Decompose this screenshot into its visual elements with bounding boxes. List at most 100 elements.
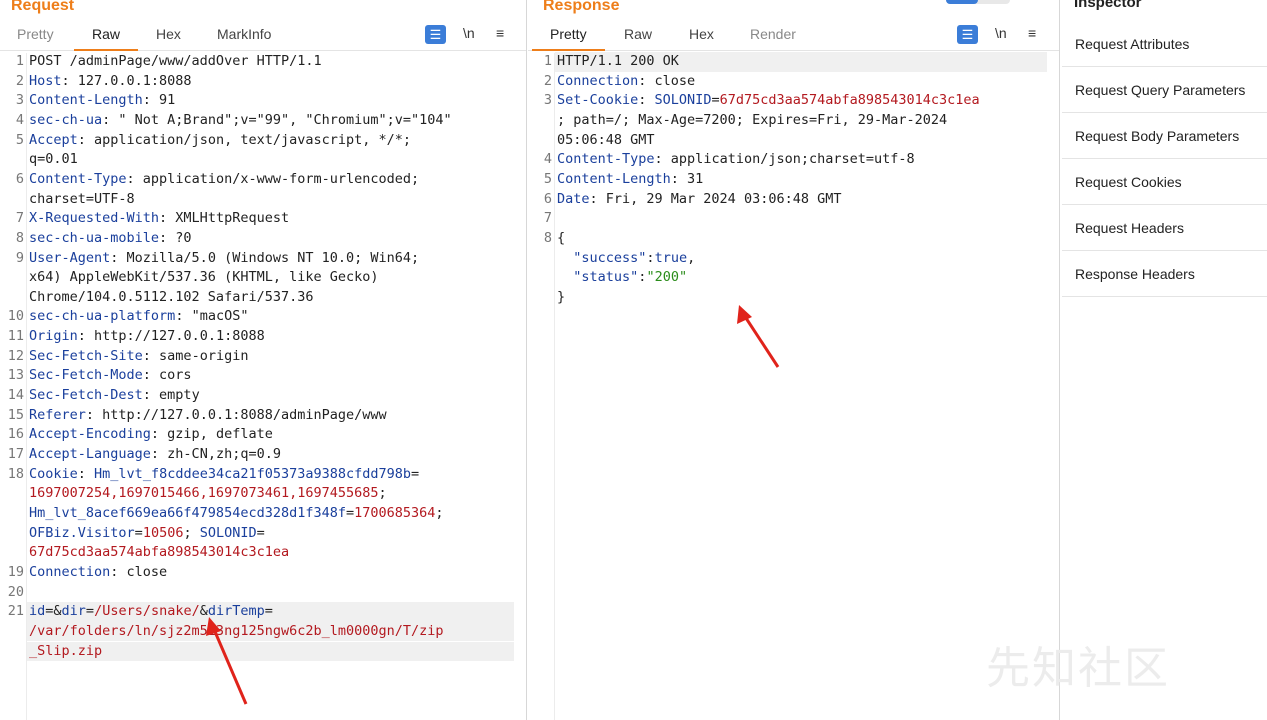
request-tab-pretty[interactable]: Pretty — [15, 26, 56, 42]
code-text: : application/json;charset=utf-8 — [654, 151, 915, 168]
line-number: 16 — [7, 426, 24, 443]
response-tab-hex[interactable]: Hex — [687, 26, 716, 42]
code-line: Origin: http://127.0.0.1:8088 — [29, 328, 265, 344]
code-key: Connection — [29, 563, 111, 580]
request-tab-hex[interactable]: Hex — [154, 26, 183, 42]
response-tab-raw[interactable]: Raw — [622, 26, 654, 42]
inspector-request-cookies[interactable]: Request Cookies — [1062, 159, 1267, 205]
code-text: 05:06:48 GMT — [557, 131, 655, 148]
code-value: 1700685364 — [354, 504, 436, 521]
code-value: _Slip.zip — [29, 642, 103, 659]
code-line: Accept-Encoding: gzip, deflate — [29, 426, 273, 442]
response-tab-render[interactable]: Render — [748, 26, 798, 42]
code-line: Connection: close — [29, 564, 167, 580]
code-key: Date — [557, 190, 590, 207]
line-number: 19 — [7, 563, 24, 580]
code-text: : gzip, deflate — [150, 426, 273, 443]
code-key: "success" — [573, 249, 647, 266]
code-text: : empty — [142, 387, 200, 404]
code-text: : " Not A;Brand";v="99", "Chromium";v="1… — [102, 111, 452, 128]
line-number: 2 — [543, 72, 552, 89]
code-key: Accept-Language — [29, 446, 151, 462]
code-line: Host: 127.0.0.1:8088 — [29, 73, 192, 89]
line-number: 17 — [7, 446, 24, 462]
line-number: 5 — [543, 170, 552, 187]
layout-toggle[interactable] — [946, 0, 1010, 4]
code-value: 10506 — [142, 524, 184, 541]
inspector-response-headers[interactable]: Response Headers — [1062, 251, 1267, 297]
code-key: sec-ch-ua-platform — [29, 308, 176, 325]
line-number: 1 — [15, 53, 24, 69]
inspector-title: Inspector — [1074, 0, 1142, 11]
code-text: : Mozilla/5.0 (Windows NT 10.0; Win64; — [110, 249, 420, 266]
code-key: Origin — [29, 328, 78, 345]
code-key: Set-Cookie — [557, 92, 639, 109]
code-key: sec-ch-ua-mobile — [29, 229, 160, 246]
code-line: { — [557, 230, 565, 246]
response-editor[interactable]: 1 HTTP/1.1 200 OK 2 Connection: close 3 Set-C… — [528, 52, 1059, 720]
code-text: ; — [183, 524, 200, 541]
code-text: : XMLHttpRequest — [159, 210, 290, 227]
code-key: Cookie — [29, 465, 78, 482]
code-key: Connection — [557, 72, 639, 89]
request-tabs: Pretty Raw Hex MarkInfo ☰ \n ≡ — [0, 22, 526, 51]
code-line: Chrome/104.0.5112.102 Safari/537.36 — [29, 289, 313, 305]
code-line: User-Agent: Mozilla/5.0 (Windows NT 10.0… — [29, 250, 419, 266]
code-key: sec-ch-ua — [29, 111, 103, 128]
line-gutter — [554, 53, 555, 720]
code-line: charset=UTF-8 — [29, 191, 135, 207]
request-tab-raw[interactable]: Raw — [73, 26, 139, 51]
code-key: OFBiz.Visitor — [29, 524, 135, 541]
code-text: : http://127.0.0.1:8088 — [77, 328, 265, 345]
code-text: : zh-CN,zh;q=0.9 — [150, 446, 281, 462]
request-title: Request — [11, 0, 75, 14]
code-line: x64) AppleWebKit/537.36 (KHTML, like Gec… — [29, 269, 379, 285]
inspector-request-headers[interactable]: Request Headers — [1062, 205, 1267, 251]
code-text: : application/json, text/javascript, */*… — [77, 131, 412, 148]
line-number: 11 — [7, 328, 24, 345]
code-key: Content-Length — [557, 170, 671, 187]
code-key: Hm_lvt_f8cddee34ca21f05373a9388cfdd798b — [94, 465, 412, 482]
inspector-request-query-parameters[interactable]: Request Query Parameters — [1062, 67, 1267, 113]
code-line: "success":true, — [557, 250, 695, 266]
response-newline-toggle[interactable]: \n — [995, 25, 1007, 41]
response-panel: Response Pretty Raw Hex Render ☰ \n ≡ 1H… — [528, 0, 1060, 720]
code-text: ; — [378, 485, 395, 502]
line-number: 1 — [543, 53, 552, 69]
code-line: Sec-Fetch-Dest: empty — [29, 387, 200, 403]
request-newline-toggle[interactable]: \n — [463, 25, 475, 41]
line-number: 7 — [543, 210, 552, 227]
code-line: Hm_lvt_8acef669ea66f479854ecd328d1f348f=… — [29, 505, 444, 521]
request-tab-markinfo[interactable]: MarkInfo — [215, 26, 273, 42]
code-text: : Fri, 29 Mar 2024 03:06:48 GMT — [589, 190, 842, 207]
code-line: Referer: http://127.0.0.1:8088/adminPage… — [29, 407, 387, 423]
code-text: : application/x-www-form-urlencoded; — [126, 170, 420, 187]
inspector-panel: Inspector Request Attributes Request Que… — [1061, 0, 1267, 720]
inspector-request-attributes[interactable]: Request Attributes — [1062, 21, 1267, 67]
request-pretty-toggle-icon[interactable]: ☰ — [425, 25, 446, 44]
code-text: = — [345, 504, 355, 521]
code-line: POST /adminPage/www/addOver HTTP/1.1 — [29, 53, 322, 69]
code-text: charset=UTF-8 — [29, 190, 135, 207]
code-text: = — [256, 524, 265, 541]
code-line: 05:06:48 GMT — [557, 132, 655, 148]
annotation-arrow-response — [737, 305, 780, 368]
code-text: : http://127.0.0.1:8088/adminPage/www — [85, 406, 387, 423]
request-menu-icon[interactable]: ≡ — [496, 25, 504, 41]
line-number: 4 — [543, 151, 552, 168]
code-value: 67d75cd3aa574abfa898543014c3c1ea — [719, 92, 980, 109]
code-line: sec-ch-ua-platform: "macOS" — [29, 308, 248, 324]
code-text: : 31 — [670, 170, 704, 187]
inspector-request-body-parameters[interactable]: Request Body Parameters — [1062, 113, 1267, 159]
line-number: 13 — [7, 367, 24, 384]
response-pretty-toggle-icon[interactable]: ☰ — [957, 25, 978, 44]
line-number: 6 — [15, 170, 24, 187]
code-key: Hm_lvt_8acef669ea66f479854ecd328d1f348f — [29, 504, 346, 521]
code-line: q=0.01 — [29, 151, 78, 167]
response-tab-pretty[interactable]: Pretty — [532, 26, 604, 51]
response-title: Response — [543, 0, 620, 14]
response-menu-icon[interactable]: ≡ — [1028, 25, 1036, 41]
code-line: Date: Fri, 29 Mar 2024 03:06:48 GMT — [557, 191, 841, 207]
code-value: /Users/snake/ — [94, 603, 200, 620]
request-editor[interactable]: 1 POST /adminPage/www/addOver HTTP/1.1 2 Ho… — [0, 53, 526, 720]
